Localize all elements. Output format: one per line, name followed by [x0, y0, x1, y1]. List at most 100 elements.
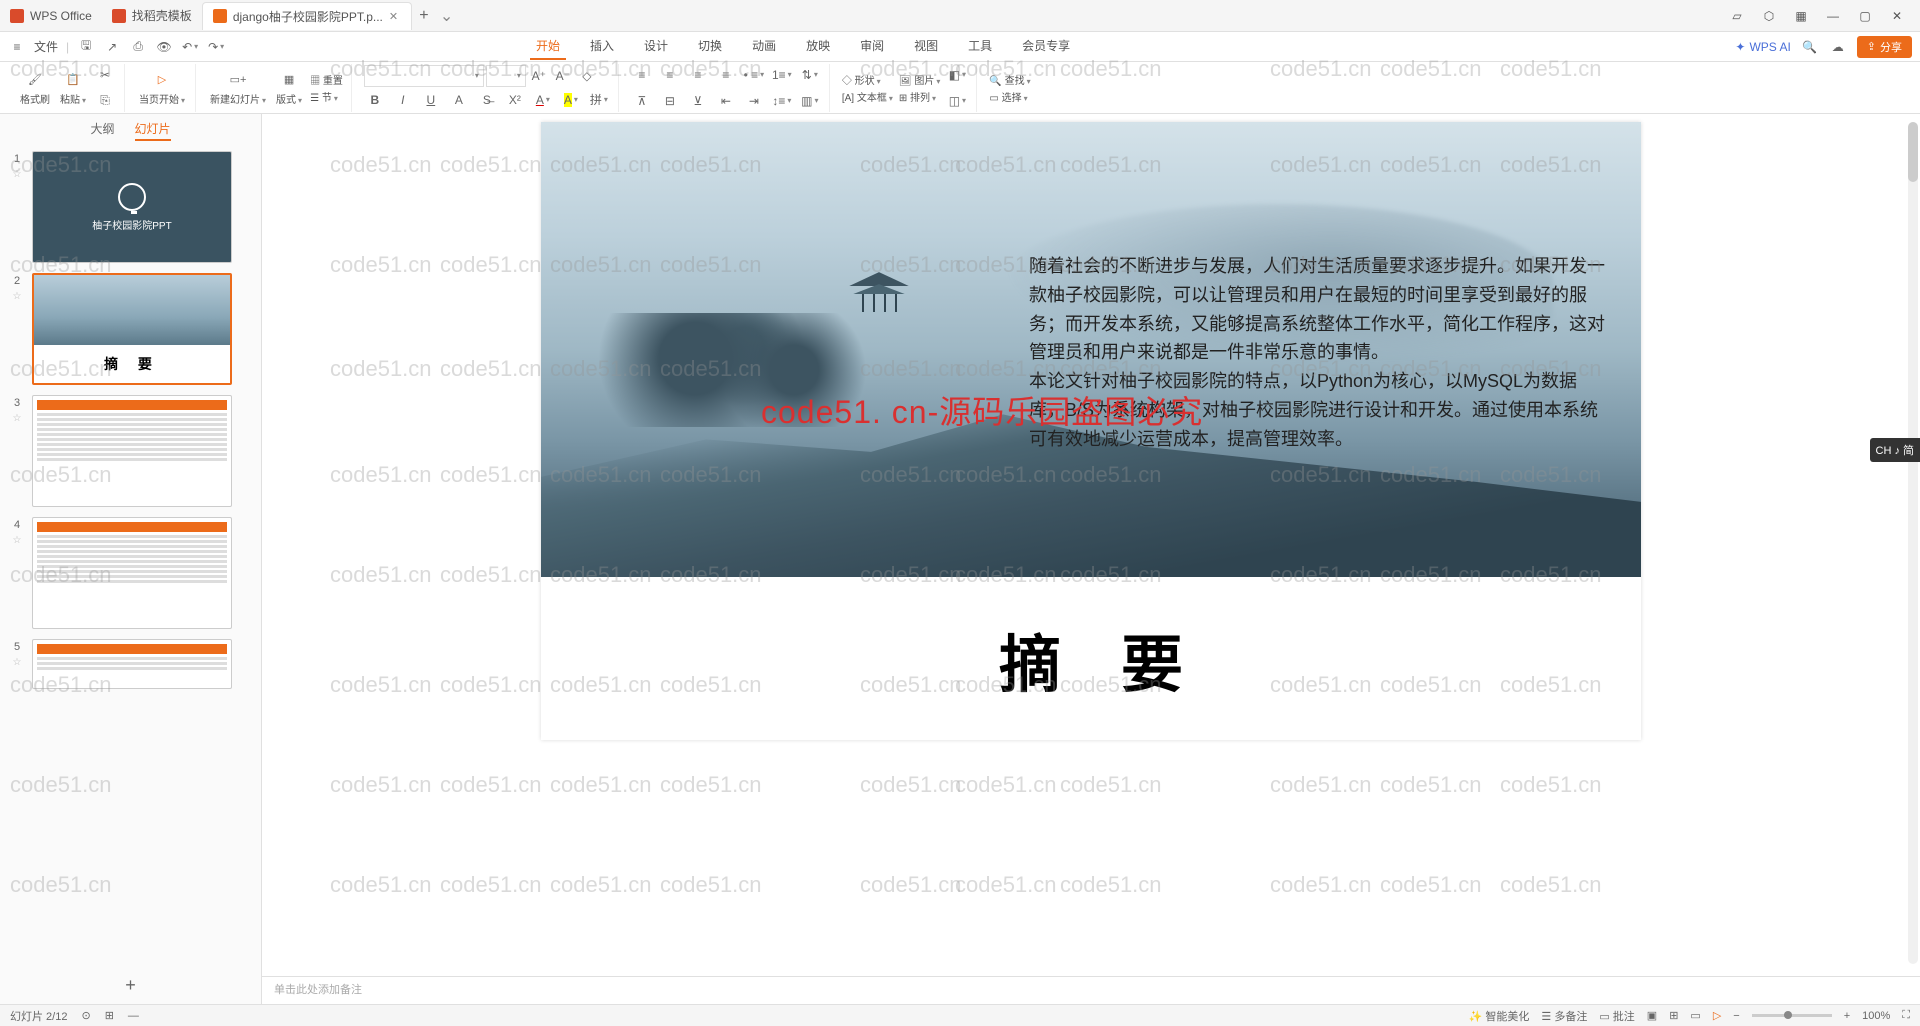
- view-reading-icon[interactable]: ▭: [1690, 1009, 1700, 1022]
- valign-bot-icon[interactable]: ⊻: [687, 90, 709, 112]
- notes-pane[interactable]: 单击此处添加备注: [262, 976, 1920, 1004]
- find-button[interactable]: 🔍 查找▾: [989, 72, 1030, 87]
- select-button[interactable]: ▭ 选择▾: [989, 89, 1030, 104]
- close-tab-icon[interactable]: ✕: [389, 10, 401, 22]
- reset-button[interactable]: ▦ 重置: [310, 72, 343, 87]
- slide-canvas[interactable]: 随着社会的不断进步与发展，人们对生活质量要求逐步提升。如果开发一款柚子校园影院，…: [541, 122, 1641, 740]
- shape-button[interactable]: ◇ 形状▾: [842, 72, 893, 87]
- outline-color-icon[interactable]: ◫▾: [946, 90, 968, 112]
- thumbnail-2[interactable]: 摘 要: [32, 273, 232, 385]
- zoom-in-button[interactable]: +: [1844, 1010, 1850, 1022]
- thumbnail-5[interactable]: [32, 639, 232, 689]
- add-tab-button[interactable]: +: [412, 7, 436, 25]
- format-painter-button[interactable]: 🖌格式刷: [18, 67, 52, 108]
- fill-color-icon[interactable]: ◧▾: [946, 64, 968, 86]
- tab-insert[interactable]: 插入: [584, 33, 620, 60]
- align-left-icon[interactable]: ≡: [631, 64, 653, 86]
- pinyin-icon[interactable]: 拼▾: [588, 89, 610, 111]
- paste-button[interactable]: 📋粘贴▾: [58, 67, 88, 108]
- header-icon-3[interactable]: ▦: [1786, 4, 1816, 28]
- tab-review[interactable]: 审阅: [854, 33, 890, 60]
- strikethrough-icon[interactable]: S̶: [476, 89, 498, 111]
- multi-notes-button[interactable]: ☰ 多备注: [1541, 1008, 1587, 1024]
- maximize-button[interactable]: ▢: [1850, 4, 1880, 28]
- font-color-icon[interactable]: A▾: [532, 89, 554, 111]
- file-menu[interactable]: 文件: [34, 38, 58, 55]
- undo-icon[interactable]: ↶▾: [181, 38, 199, 56]
- preview-icon[interactable]: 👁: [155, 38, 173, 56]
- view-slideshow-icon[interactable]: ▷: [1713, 1009, 1721, 1022]
- indent-dec-icon[interactable]: ⇤: [715, 90, 737, 112]
- star-icon[interactable]: ☆: [13, 169, 22, 180]
- tab-document-active[interactable]: django柚子校园影院PPT.p...✕: [202, 2, 412, 30]
- arrange-button[interactable]: ⊞ 排列▾: [899, 89, 941, 104]
- tab-tools[interactable]: 工具: [962, 33, 998, 60]
- cut-icon[interactable]: ✂: [94, 64, 116, 86]
- tab-design[interactable]: 设计: [638, 33, 674, 60]
- thumbnail-3[interactable]: [32, 395, 232, 507]
- fit-window-icon[interactable]: ⛶: [1902, 1009, 1910, 1022]
- zoom-slider[interactable]: [1752, 1014, 1832, 1017]
- section-button[interactable]: ☰ 节▾: [310, 89, 343, 104]
- tab-wps-home[interactable]: WPS Office: [0, 2, 102, 30]
- minimize-button[interactable]: —: [1818, 4, 1848, 28]
- highlight-icon[interactable]: A▾: [560, 89, 582, 111]
- view-normal-icon[interactable]: ▣: [1647, 1009, 1657, 1022]
- hamburger-icon[interactable]: ≡: [8, 38, 26, 56]
- start-from-current-button[interactable]: ▷当页开始▾: [137, 67, 187, 108]
- print-icon[interactable]: ⎙: [129, 38, 147, 56]
- italic-icon[interactable]: I: [392, 89, 414, 111]
- status-icon[interactable]: ⊞: [105, 1009, 114, 1022]
- slide-title-text[interactable]: 摘要: [541, 577, 1641, 740]
- ime-indicator[interactable]: CH ♪ 简: [1870, 438, 1920, 462]
- picture-button[interactable]: 🖼 图片▾: [899, 72, 941, 87]
- font-name-input[interactable]: ▾: [364, 65, 484, 87]
- indent-inc-icon[interactable]: ⇥: [743, 90, 765, 112]
- header-icon-2[interactable]: ⬡: [1754, 4, 1784, 28]
- font-size-input[interactable]: ▾: [486, 65, 526, 87]
- smart-beautify-button[interactable]: ✨ 智能美化: [1469, 1008, 1530, 1024]
- status-icon[interactable]: —: [128, 1010, 139, 1022]
- tab-template[interactable]: 找稻壳模板: [102, 2, 202, 30]
- tab-animation[interactable]: 动画: [746, 33, 782, 60]
- cloud-sync-icon[interactable]: ☁: [1829, 38, 1847, 56]
- copy-icon[interactable]: ⎘: [94, 90, 116, 112]
- superscript-icon[interactable]: X²: [504, 89, 526, 111]
- star-icon[interactable]: ☆: [13, 535, 22, 546]
- layout-button[interactable]: ▦版式▾: [274, 67, 304, 108]
- redo-icon[interactable]: ↷▾: [207, 38, 225, 56]
- line-spacing-icon[interactable]: ↕≡▾: [771, 90, 793, 112]
- search-icon[interactable]: 🔍: [1801, 38, 1819, 56]
- status-icon[interactable]: ⊙: [81, 1009, 90, 1022]
- tab-view[interactable]: 视图: [908, 33, 944, 60]
- wps-ai-button[interactable]: ✦WPS AI: [1735, 40, 1790, 54]
- tab-member[interactable]: 会员专享: [1016, 33, 1076, 60]
- star-icon[interactable]: ☆: [13, 413, 22, 424]
- header-icon-1[interactable]: ▱: [1722, 4, 1752, 28]
- decrease-font-icon[interactable]: A⁻: [552, 65, 574, 87]
- tab-overflow-icon[interactable]: ⌄: [440, 6, 453, 26]
- star-icon[interactable]: ☆: [13, 291, 22, 302]
- strike-icon[interactable]: A: [448, 89, 470, 111]
- valign-mid-icon[interactable]: ⊟: [659, 90, 681, 112]
- numbering-icon[interactable]: 1≡▾: [771, 64, 793, 86]
- view-sorter-icon[interactable]: ⊞: [1669, 1009, 1678, 1022]
- increase-font-icon[interactable]: A⁺: [528, 65, 550, 87]
- save-icon[interactable]: 🖫: [77, 38, 95, 56]
- thumbnail-1[interactable]: 柚子校园影院PPT: [32, 151, 232, 263]
- align-justify-icon[interactable]: ≡: [715, 64, 737, 86]
- slides-tab[interactable]: 幻灯片: [135, 120, 171, 141]
- tab-transition[interactable]: 切换: [692, 33, 728, 60]
- underline-icon[interactable]: U: [420, 89, 442, 111]
- zoom-percent[interactable]: 100%: [1862, 1010, 1890, 1022]
- vertical-scrollbar[interactable]: [1908, 122, 1918, 964]
- close-window-button[interactable]: ✕: [1882, 4, 1912, 28]
- new-slide-button[interactable]: ▭+新建幻灯片▾: [208, 67, 268, 108]
- textbox-button[interactable]: [A] 文本框▾: [842, 89, 893, 104]
- tab-start[interactable]: 开始: [530, 33, 566, 60]
- add-slide-button[interactable]: +: [0, 967, 261, 1004]
- columns-icon[interactable]: ▥▾: [799, 90, 821, 112]
- scroll-thumb[interactable]: [1908, 122, 1918, 182]
- text-direction-icon[interactable]: ⇅▾: [799, 64, 821, 86]
- zoom-out-button[interactable]: −: [1733, 1010, 1739, 1022]
